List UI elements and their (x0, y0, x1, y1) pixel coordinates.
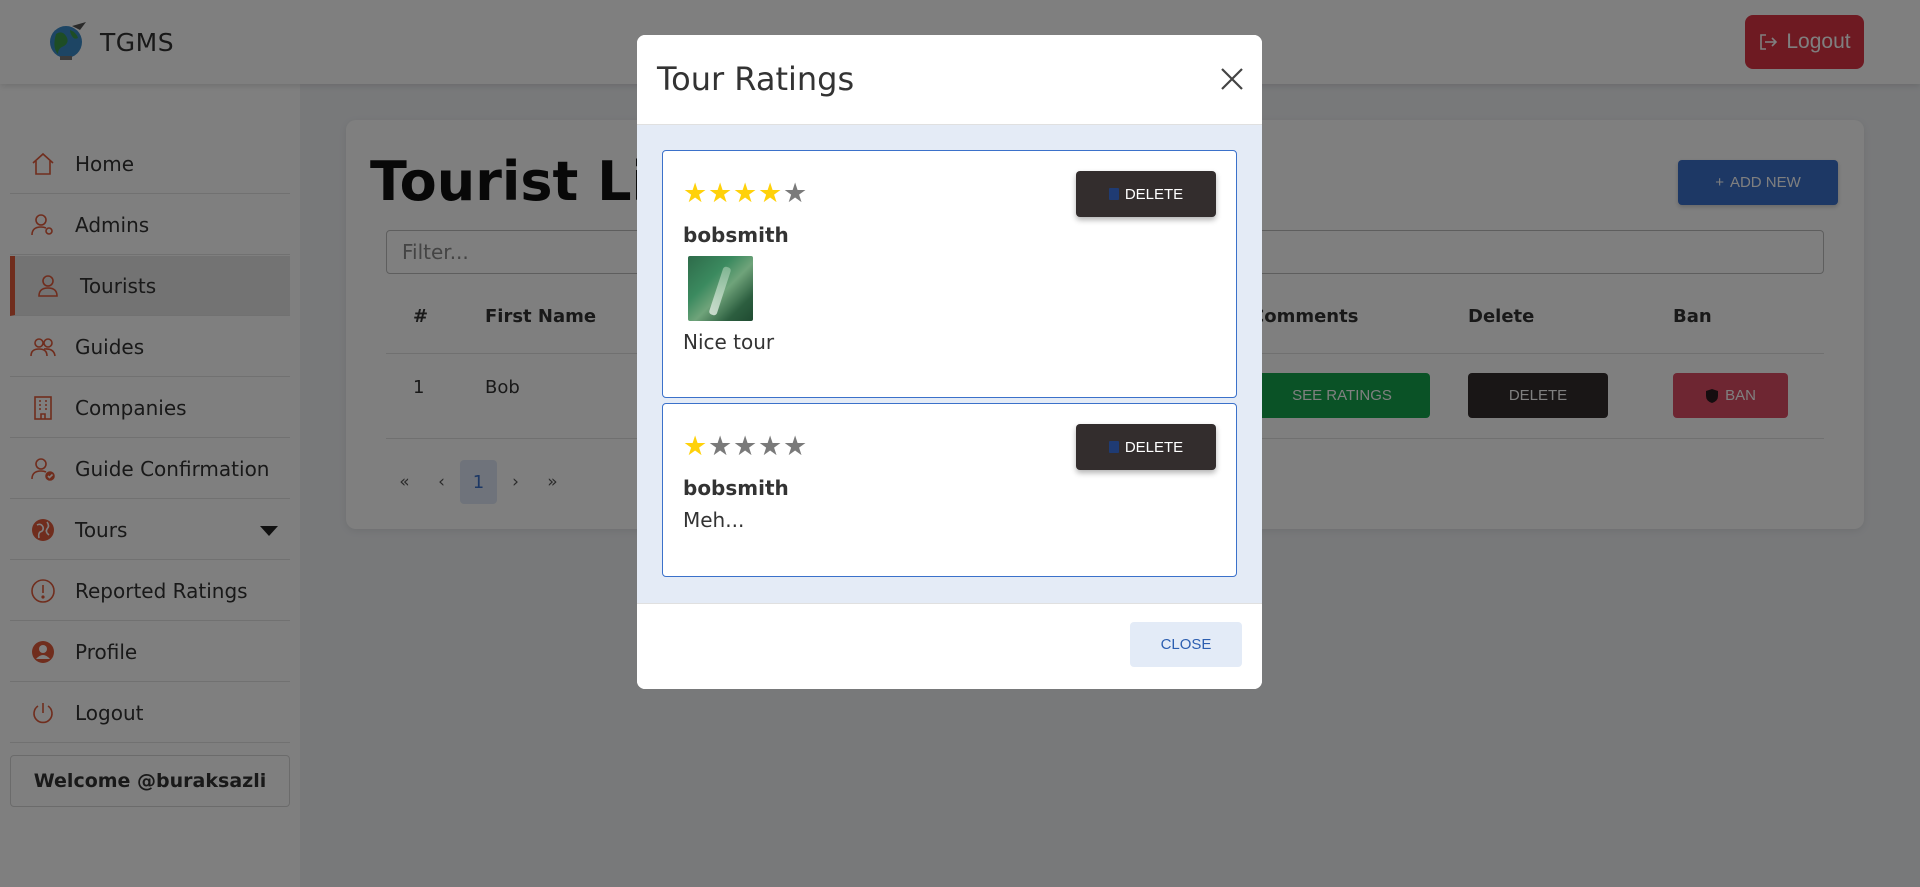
delete-rating-label: DELETE (1124, 185, 1184, 203)
star-rating: ★ ★ ★ ★ ★ (683, 433, 808, 460)
close-icon (1221, 68, 1243, 90)
star-filled-icon: ★ (683, 431, 708, 462)
modal-header: Tour Ratings (637, 35, 1262, 125)
modal-body: ★ ★ ★ ★ ★ bobsmith Nice tour DELETE ★ ★ … (637, 125, 1262, 603)
tour-ratings-modal: Tour Ratings ★ ★ ★ ★ ★ bobsmith Nice tou… (637, 35, 1262, 689)
star-filled-icon: ★ (758, 178, 783, 209)
star-filled-icon: ★ (683, 178, 708, 209)
star-empty-icon: ★ (708, 431, 733, 462)
trash-icon (1108, 188, 1119, 200)
star-filled-icon: ★ (708, 178, 733, 209)
trash-icon (1108, 441, 1119, 453)
delete-rating-button[interactable]: DELETE (1076, 424, 1216, 470)
delete-rating-label: DELETE (1124, 438, 1184, 456)
star-empty-icon: ★ (733, 431, 758, 462)
star-empty-icon: ★ (783, 178, 808, 209)
modal-title: Tour Ratings (657, 60, 855, 98)
modal-close-footer-button[interactable]: CLOSE (1130, 622, 1242, 667)
modal-footer: CLOSE (637, 603, 1262, 689)
rating-card: ★ ★ ★ ★ ★ bobsmith Meh... DELETE (662, 403, 1237, 577)
star-empty-icon: ★ (783, 431, 808, 462)
modal-close-button[interactable] (1218, 65, 1246, 93)
rating-username: bobsmith (683, 476, 789, 500)
rating-comment: Meh... (683, 508, 745, 532)
rating-photo[interactable] (688, 256, 753, 321)
star-filled-icon: ★ (733, 178, 758, 209)
delete-rating-button[interactable]: DELETE (1076, 171, 1216, 217)
rating-comment: Nice tour (683, 330, 775, 354)
rating-card: ★ ★ ★ ★ ★ bobsmith Nice tour DELETE (662, 150, 1237, 398)
star-empty-icon: ★ (758, 431, 783, 462)
star-rating: ★ ★ ★ ★ ★ (683, 180, 808, 207)
rating-username: bobsmith (683, 223, 789, 247)
